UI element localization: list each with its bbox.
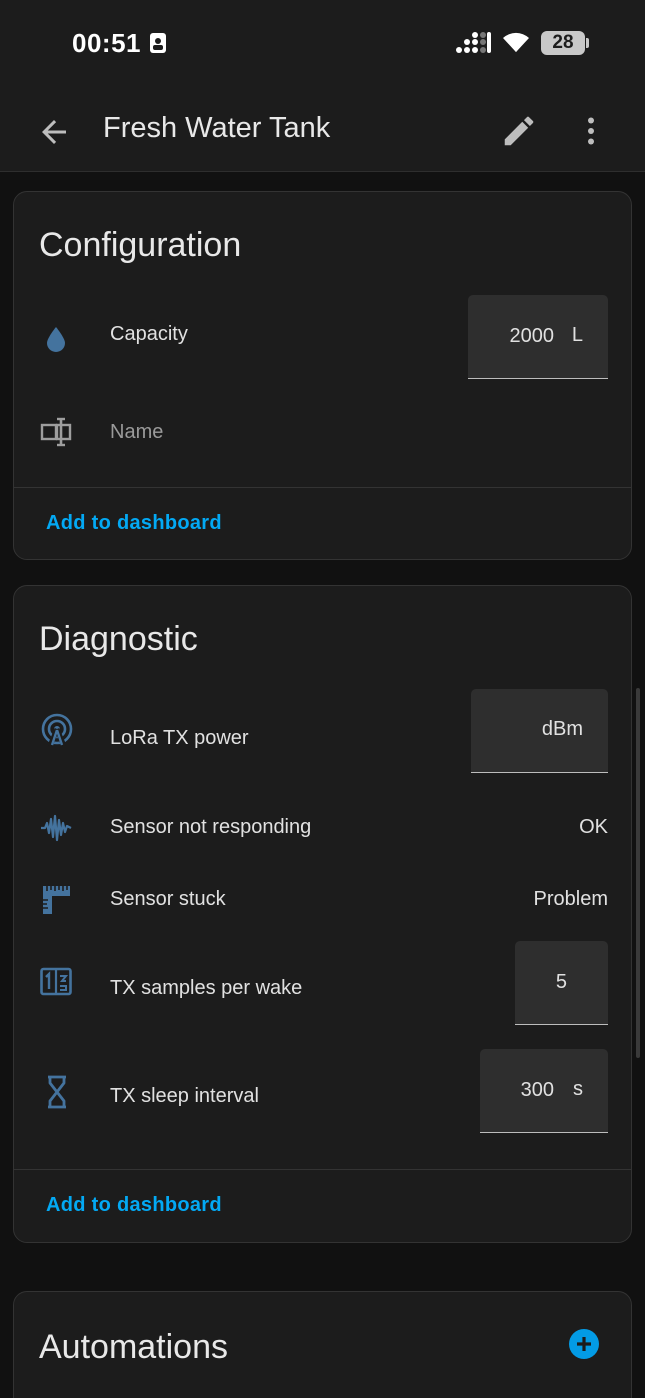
diagnostic-card: Diagnostic LoRa TX power dBm Sensor not … [13,585,632,1243]
id-card-icon [149,32,167,59]
add-automation-button[interactable] [569,1329,599,1359]
tx-samples-label: TX samples per wake [110,977,303,999]
dots-vertical-icon [588,117,594,145]
tx-samples-row[interactable]: TX samples per wake 5 [14,941,631,1025]
battery-tip [586,38,589,48]
capacity-unit: L [571,324,583,346]
card-title: Automations [39,1328,228,1366]
ruler-icon [43,886,70,914]
capacity-input[interactable]: 2000 L [468,295,608,379]
tx-samples-input[interactable]: 5 [515,941,608,1025]
capacity-value: 2000 [509,325,555,347]
status-time: 00:51 [72,28,141,58]
tx-sleep-value: 300 [520,1079,554,1101]
sensor-stuck-state: Problem [533,888,608,910]
add-to-dashboard-button[interactable]: Add to dashboard [46,512,222,535]
waveform-icon [41,814,72,842]
edit-button[interactable] [500,112,538,150]
pencil-icon [504,116,534,146]
numeric-box-icon [40,967,72,996]
page-title: Fresh Water Tank [103,112,331,144]
configuration-card: Configuration Capacity 2000 L Name Add t… [13,191,632,560]
sensor-not-responding-row[interactable]: Sensor not responding OK [14,806,631,850]
card-divider [14,1169,631,1170]
lora-tx-power-input[interactable]: dBm [471,689,608,773]
sensor-stuck-row[interactable]: Sensor stuck Problem [14,878,631,922]
battery-level: 28 [541,31,585,55]
add-to-dashboard-button[interactable]: Add to dashboard [46,1194,222,1217]
form-textbox-icon [40,417,72,447]
lora-tx-power-row[interactable]: LoRa TX power dBm [14,689,631,773]
back-button[interactable] [36,114,72,150]
sensor-not-responding-label: Sensor not responding [110,816,312,838]
status-bar: 00:51 28 [0,0,645,88]
scrollbar[interactable] [636,688,640,1058]
sensor-stuck-label: Sensor stuck [110,888,226,910]
water-drop-icon [47,327,65,352]
access-point-icon [41,713,73,747]
tx-samples-value: 5 [555,971,567,993]
tx-sleep-unit: s [573,1078,583,1100]
capacity-row[interactable]: Capacity 2000 L [14,295,631,379]
automations-card: Automations [13,1291,632,1398]
cell-signal-icon [456,32,492,59]
capacity-label: Capacity [110,323,188,345]
card-divider [14,487,631,488]
name-row[interactable]: Name [14,392,631,472]
name-label: Name [110,421,164,443]
wifi-icon [500,30,532,59]
sensor-not-responding-state: OK [579,816,608,838]
tx-sleep-label: TX sleep interval [110,1085,259,1107]
lora-tx-power-unit: dBm [541,718,583,740]
more-options-button[interactable] [573,112,609,150]
card-title: Configuration [39,226,242,264]
lora-tx-power-label: LoRa TX power [110,727,249,749]
hourglass-icon [48,1075,66,1109]
app-bar: Fresh Water Tank [0,88,645,172]
tx-sleep-row[interactable]: TX sleep interval 300 s [14,1049,631,1133]
plus-icon [577,1337,591,1351]
tx-sleep-input[interactable]: 300 s [480,1049,608,1133]
card-title: Diagnostic [39,620,198,658]
arrow-left-icon [42,120,66,144]
